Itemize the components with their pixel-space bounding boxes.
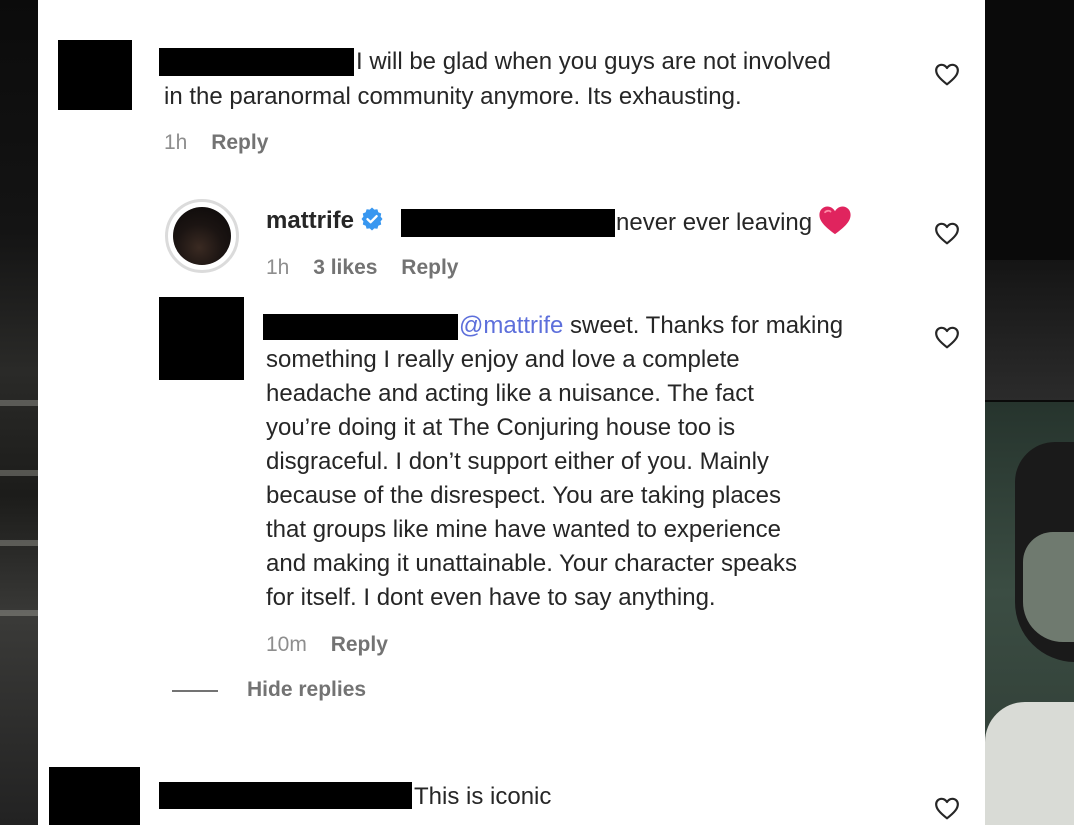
- reply-button[interactable]: Reply: [331, 633, 388, 656]
- background-streak: [0, 400, 38, 406]
- comment-text: in the paranormal community anymore. Its…: [164, 83, 742, 110]
- comment-text-line: because of the disrespect. You are takin…: [266, 482, 782, 509]
- like-heart-icon[interactable]: [934, 325, 960, 349]
- hide-replies-button[interactable]: Hide replies: [247, 676, 366, 704]
- redacted-username: [159, 48, 354, 76]
- comments-panel: I will be glad when you guys are not inv…: [38, 0, 985, 825]
- comment-time: 1h: [164, 131, 188, 154]
- avatar-image: [173, 207, 231, 265]
- redacted-mention: [401, 209, 615, 237]
- comment-text-line: for itself. I dont even have to say anyt…: [266, 584, 716, 611]
- comment-meta: 1h 3 likes Reply: [266, 254, 458, 282]
- illustration-body: [985, 702, 1074, 825]
- comment-text-line: disgraceful. I don’t support either of y…: [266, 448, 769, 475]
- illustration-face: [1023, 532, 1074, 642]
- background-illustration: [985, 402, 1074, 825]
- comment-text: never ever leaving: [616, 204, 852, 240]
- comment-text-line: you’re doing it at The Conjuring house t…: [266, 414, 736, 441]
- comment-time: 10m: [266, 633, 307, 656]
- comment-text-line: that groups like mine have wanted to exp…: [266, 516, 781, 543]
- comment-body: sweet. Thanks for making: [563, 312, 844, 339]
- username[interactable]: mattrife: [266, 207, 354, 234]
- reply-button[interactable]: Reply: [401, 256, 458, 279]
- comment-body: never ever leaving: [616, 209, 813, 236]
- comment-time: 1h: [266, 256, 290, 279]
- background-left-edge: [0, 0, 38, 825]
- mention-link[interactable]: @mattrife: [459, 312, 563, 339]
- red-heart-emoji: [818, 204, 852, 236]
- avatar[interactable]: [159, 297, 244, 380]
- background-streak: [0, 470, 38, 476]
- reply-button[interactable]: Reply: [211, 131, 268, 154]
- comment-text: I will be glad when you guys are not inv…: [356, 48, 831, 75]
- avatar[interactable]: [165, 199, 239, 273]
- hide-replies-line: [172, 690, 218, 692]
- background-right-edge: [985, 0, 1074, 825]
- avatar[interactable]: [58, 40, 132, 110]
- hide-replies-label: Hide replies: [247, 678, 367, 701]
- like-heart-icon[interactable]: [934, 796, 960, 820]
- verified-badge-icon: [360, 207, 384, 231]
- comment-meta: 1h Reply: [164, 129, 268, 157]
- comment-header: mattrife: [266, 204, 384, 238]
- like-heart-icon[interactable]: [934, 221, 960, 245]
- comment-text-line: and making it unattainable. Your charact…: [266, 550, 798, 577]
- avatar[interactable]: [49, 767, 140, 825]
- likes-count[interactable]: 3 likes: [313, 256, 377, 279]
- comment-text-line: headache and acting like a nuisance. The…: [266, 380, 754, 407]
- background-streak: [0, 610, 38, 616]
- comment-text: This is iconic: [414, 783, 552, 810]
- redacted-username: [159, 782, 412, 809]
- like-heart-icon[interactable]: [934, 62, 960, 86]
- background-frame: [985, 260, 1074, 400]
- background-streak: [0, 540, 38, 546]
- comment-meta: 10m Reply: [266, 631, 388, 659]
- comment-text-line: something I really enjoy and love a comp…: [266, 346, 740, 373]
- comment-text-line: @mattrife sweet. Thanks for making: [459, 309, 843, 343]
- redacted-username: [263, 314, 458, 340]
